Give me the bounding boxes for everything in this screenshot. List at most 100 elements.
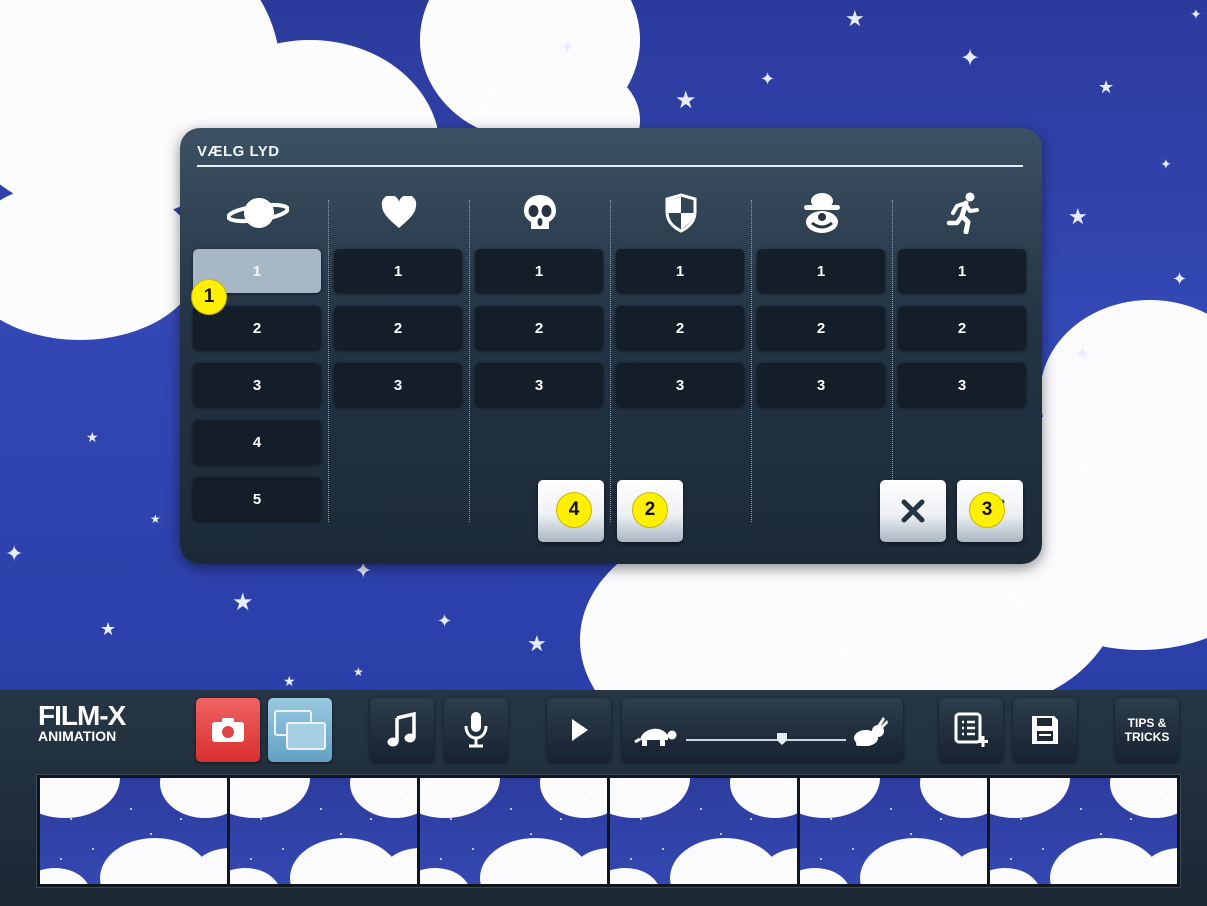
onion-skin-button[interactable]: [268, 698, 332, 762]
star: ★: [100, 619, 117, 639]
film-frame[interactable]: [990, 778, 1177, 884]
shield-icon[interactable]: [616, 190, 746, 236]
music-note-icon: [387, 712, 416, 747]
thumbnail-star: [1130, 818, 1132, 820]
thumbnail-star: [130, 808, 132, 810]
turtle-icon: [634, 728, 677, 746]
sound-button-clown-2[interactable]: 2: [757, 306, 885, 350]
play-icon: [572, 719, 588, 741]
clown-icon[interactable]: [757, 190, 887, 236]
thumbnail-star: [260, 818, 262, 820]
sound-button-skull-3[interactable]: 3: [475, 363, 603, 407]
logo-subtitle: ANIMATION: [38, 728, 117, 744]
sound-button-clown-1[interactable]: 1: [757, 249, 885, 293]
thumbnail-star: [662, 848, 664, 850]
sound-button-running-3[interactable]: 3: [898, 363, 1026, 407]
thumbnail-star: [690, 868, 692, 870]
thumbnail-cloud: [1110, 778, 1177, 818]
sound-button-planet-5[interactable]: 5: [193, 477, 321, 521]
thumbnail-star: [70, 818, 72, 820]
tips-and-tricks-button[interactable]: TIPS & TRICKS: [1115, 698, 1179, 762]
column-divider: [610, 200, 611, 522]
choose-sound-dialog: VÆLG LYD 1 2 3 4 5 1 2 3 1 2 3 1 2 3 1 2…: [180, 128, 1042, 564]
dialog-title: VÆLG LYD: [197, 143, 280, 160]
thumbnail-cloud: [230, 778, 310, 818]
thumbnail-star: [890, 808, 892, 810]
film-frame[interactable]: [40, 778, 227, 884]
star: ★: [1068, 204, 1088, 229]
title-divider: [197, 165, 1023, 167]
thumbnail-star: [820, 858, 822, 860]
sound-button-heart-1[interactable]: 1: [334, 249, 462, 293]
star: ✦: [1172, 269, 1188, 289]
thumbnail-star: [1080, 808, 1082, 810]
film-frame[interactable]: [230, 778, 417, 884]
camera-button[interactable]: [196, 698, 260, 762]
star: ★: [527, 631, 547, 656]
speed-slider-handle[interactable]: [777, 733, 787, 745]
thumbnail-star: [1020, 818, 1022, 820]
sound-button-shield-2[interactable]: 2: [616, 306, 744, 350]
sound-button-shield-3[interactable]: 3: [616, 363, 744, 407]
star: ★: [1098, 77, 1115, 97]
sound-button-planet-4[interactable]: 4: [193, 420, 321, 464]
playback-speed-slider[interactable]: [622, 698, 903, 762]
bottom-toolbar: FILM-X ANIMATION TIPS & TRICKS: [0, 690, 1207, 906]
thumbnail-star: [282, 848, 284, 850]
floppy-disk-icon: [1032, 716, 1058, 744]
sound-button-skull-2[interactable]: 2: [475, 306, 603, 350]
thumbnail-star: [780, 798, 782, 800]
list-add-icon: [954, 712, 988, 747]
speed-track[interactable]: [686, 739, 846, 741]
star: ✦: [1075, 344, 1091, 364]
callout-badge-4: 4: [556, 492, 592, 528]
sound-button-shield-1[interactable]: 1: [616, 249, 744, 293]
star: ✦: [1160, 156, 1172, 172]
star: ✦: [5, 541, 24, 566]
star: ★: [86, 429, 99, 445]
thumbnail-cloud: [160, 778, 227, 818]
thumbnail-cloud: [920, 778, 987, 818]
column-divider: [328, 200, 329, 522]
sound-button-planet-3[interactable]: 3: [193, 363, 321, 407]
film-frame[interactable]: [610, 778, 797, 884]
sound-button-heart-3[interactable]: 3: [334, 363, 462, 407]
play-button[interactable]: [547, 698, 611, 762]
thumbnail-star: [630, 858, 632, 860]
star: ★: [675, 87, 697, 114]
music-button[interactable]: [370, 698, 434, 762]
thumbnail-star: [370, 818, 372, 820]
rabbit-icon: [854, 717, 888, 746]
thumbnail-star: [970, 798, 972, 800]
thumbnail-star: [1070, 868, 1072, 870]
thumbnail-star: [310, 868, 312, 870]
thumbnail-star: [500, 868, 502, 870]
save-button[interactable]: [1013, 698, 1077, 762]
cancel-button[interactable]: [880, 480, 946, 542]
thumbnail-cloud: [350, 778, 417, 818]
callout-badge-2: 2: [632, 492, 668, 528]
running-man-icon[interactable]: [898, 190, 1028, 236]
thumbnail-cloud: [800, 868, 850, 884]
sound-button-running-2[interactable]: 2: [898, 306, 1026, 350]
planet-icon[interactable]: [193, 190, 323, 236]
skull-icon[interactable]: [475, 190, 605, 236]
star: ✦: [760, 69, 776, 89]
film-frame[interactable]: [800, 778, 987, 884]
thumbnail-star: [450, 818, 452, 820]
sound-button-clown-3[interactable]: 3: [757, 363, 885, 407]
thumbnail-star: [400, 798, 402, 800]
column-divider: [892, 200, 893, 522]
heart-icon[interactable]: [334, 190, 464, 236]
film-frame[interactable]: [420, 778, 607, 884]
thumbnail-cloud: [610, 868, 660, 884]
star: ✦: [354, 558, 373, 583]
frame-list-button[interactable]: [939, 698, 1003, 762]
camera-icon: [212, 718, 244, 742]
thumbnail-star: [250, 858, 252, 860]
sound-button-skull-1[interactable]: 1: [475, 249, 603, 293]
sound-button-heart-2[interactable]: 2: [334, 306, 462, 350]
sound-button-running-1[interactable]: 1: [898, 249, 1026, 293]
microphone-button[interactable]: [444, 698, 508, 762]
column-divider: [751, 200, 752, 522]
